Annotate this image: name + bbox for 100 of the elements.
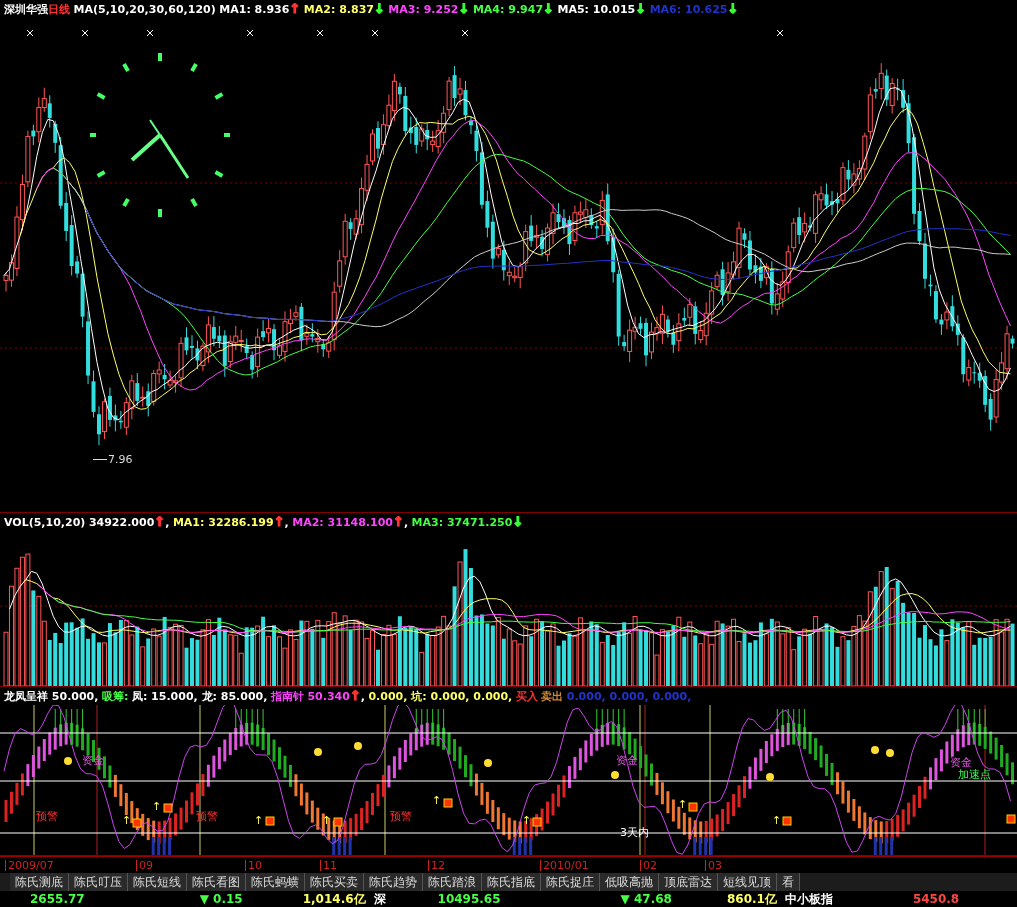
separator-text: , <box>360 690 365 703</box>
legend-text: 买入 <box>515 690 538 703</box>
trend-arrow: ↓ <box>373 1 385 16</box>
tab[interactable]: 陈氏指底 <box>482 873 541 891</box>
legend-text: MA4: 9.947 <box>472 3 544 16</box>
signal-square <box>265 816 275 826</box>
cross-marker <box>246 29 254 37</box>
trend-arrow: ↓ <box>543 1 554 16</box>
date-label: 09 <box>136 860 153 871</box>
signal-square <box>163 803 173 813</box>
legend-text: MA5: 10.015 <box>557 3 636 16</box>
cross-marker <box>81 29 89 37</box>
trend-arrow: ↑ <box>289 1 301 16</box>
legend-text: MA3: 9.252 <box>388 3 459 16</box>
cross-marker <box>26 29 34 37</box>
chart-label: 加速点 <box>958 769 991 780</box>
legend-text: 指南针 <box>270 690 304 703</box>
date-label: 03 <box>705 860 722 871</box>
chart-label: ↑ <box>432 795 442 806</box>
trend-arrow: ↓ <box>635 1 647 16</box>
cross-marker <box>371 29 379 37</box>
chart-label: ↑ <box>122 815 132 826</box>
chart-label: 资金 <box>82 755 104 766</box>
legend-text: 凤: 15.000, 龙: 85.000, <box>131 690 268 703</box>
trend-arrow: ↑ <box>393 514 404 529</box>
status-value: 1,014.6亿 <box>302 891 366 907</box>
tab[interactable]: 陈氏短线 <box>128 873 187 891</box>
status-value: 10495.65 <box>437 891 501 907</box>
separator-text: , <box>403 516 409 529</box>
legend-text: 龙凤呈祥 50.000, <box>4 690 99 703</box>
tab[interactable]: 短线见顶 <box>718 873 777 891</box>
signal-square <box>1006 814 1016 824</box>
chart-label: ↑ <box>254 815 264 826</box>
status-value: 2655.77 <box>30 891 85 907</box>
chart-label: 预警 <box>36 811 58 822</box>
tab[interactable]: 陈氏看图 <box>187 873 246 891</box>
legend-text: MA6: 10.625 <box>649 3 728 16</box>
status-value: 深 <box>373 891 386 907</box>
legend-text: 吸筹: <box>101 690 129 703</box>
stock-name: 深圳华强 <box>4 3 48 16</box>
legend-text: MA(5,10,20,30,60,120) <box>73 3 216 16</box>
date-label: 12 <box>428 860 445 871</box>
legend-text: VOL(5,10,20) <box>4 516 86 529</box>
cross-marker <box>461 29 469 37</box>
signal-square <box>333 817 343 827</box>
trend-arrow: ↓ <box>512 514 524 529</box>
chart-label: 资金 <box>950 757 972 768</box>
legend-text: 34922.000 <box>88 516 155 529</box>
trend-arrow: ↓ <box>458 1 470 16</box>
signal-square <box>532 817 542 827</box>
tab[interactable]: 陈氏趋势 <box>364 873 423 891</box>
date-label: 2010/01 <box>540 860 589 871</box>
tab[interactable]: 陈氏测底 <box>10 873 69 891</box>
legend-text: 0.000, 0.000, 0.000, <box>566 690 692 703</box>
legend-text: 0.000, 坑: 0.000, 0.000, <box>368 690 513 703</box>
leader-line <box>93 458 107 461</box>
signal-dot <box>64 757 72 765</box>
date-label: 2009/07 <box>5 860 54 871</box>
tab[interactable]: 陈氏蚂蟥 <box>246 873 305 891</box>
legend-text: 卖出 <box>541 690 564 703</box>
tab[interactable]: 陈氏叮压 <box>69 873 128 891</box>
trend-arrow: ↑ <box>349 688 361 703</box>
tab[interactable]: 陈氏买卖 <box>305 873 364 891</box>
chart-label: 3天内 <box>620 827 649 838</box>
legend-text: MA2: 8.837 <box>303 3 374 16</box>
tab[interactable]: 顶底雷达 <box>659 873 718 891</box>
period-label: 日线 <box>48 3 70 16</box>
low-price-label: 7.96 <box>108 454 133 465</box>
chart-label: ↑ <box>522 815 532 826</box>
date-label: 11 <box>320 860 337 871</box>
signal-square <box>782 816 792 826</box>
trend-arrow: ↑ <box>273 514 285 529</box>
signal-dot <box>354 742 362 750</box>
tab[interactable]: 低吸高抛 <box>600 873 659 891</box>
status-value: 5450.8 <box>912 891 960 907</box>
trend-arrow: ↓ <box>727 1 739 16</box>
separator-text: , <box>165 516 170 529</box>
date-label: 10 <box>245 860 262 871</box>
tab[interactable]: 陈氏捉庄 <box>541 873 600 891</box>
date-label: 02 <box>640 860 657 871</box>
tab[interactable]: 陈氏踏浪 <box>423 873 482 891</box>
trend-arrow: ↑ <box>154 514 166 529</box>
legend-text: MA3: 37471.250 <box>411 516 513 529</box>
signal-square <box>688 802 698 812</box>
tab[interactable]: 看 <box>777 873 800 891</box>
cross-marker <box>776 29 784 37</box>
cross-marker <box>146 29 154 37</box>
chart-label: ↑ <box>772 815 782 826</box>
signal-square <box>443 798 453 808</box>
chart-label: ↑ <box>322 815 332 826</box>
status-value: 中小板指 <box>784 891 833 907</box>
status-value: ▼ 0.15 <box>199 891 243 907</box>
signal-dot <box>314 748 322 756</box>
chart-label: 预警 <box>196 811 218 822</box>
signal-dot <box>611 771 619 779</box>
signal-dot <box>766 773 774 781</box>
legend-text: MA1: 8.936 <box>219 3 290 16</box>
legend-text: MA2: 31148.100 <box>292 516 393 529</box>
signal-square <box>132 818 142 828</box>
status-value: 860.1亿 <box>726 891 777 907</box>
